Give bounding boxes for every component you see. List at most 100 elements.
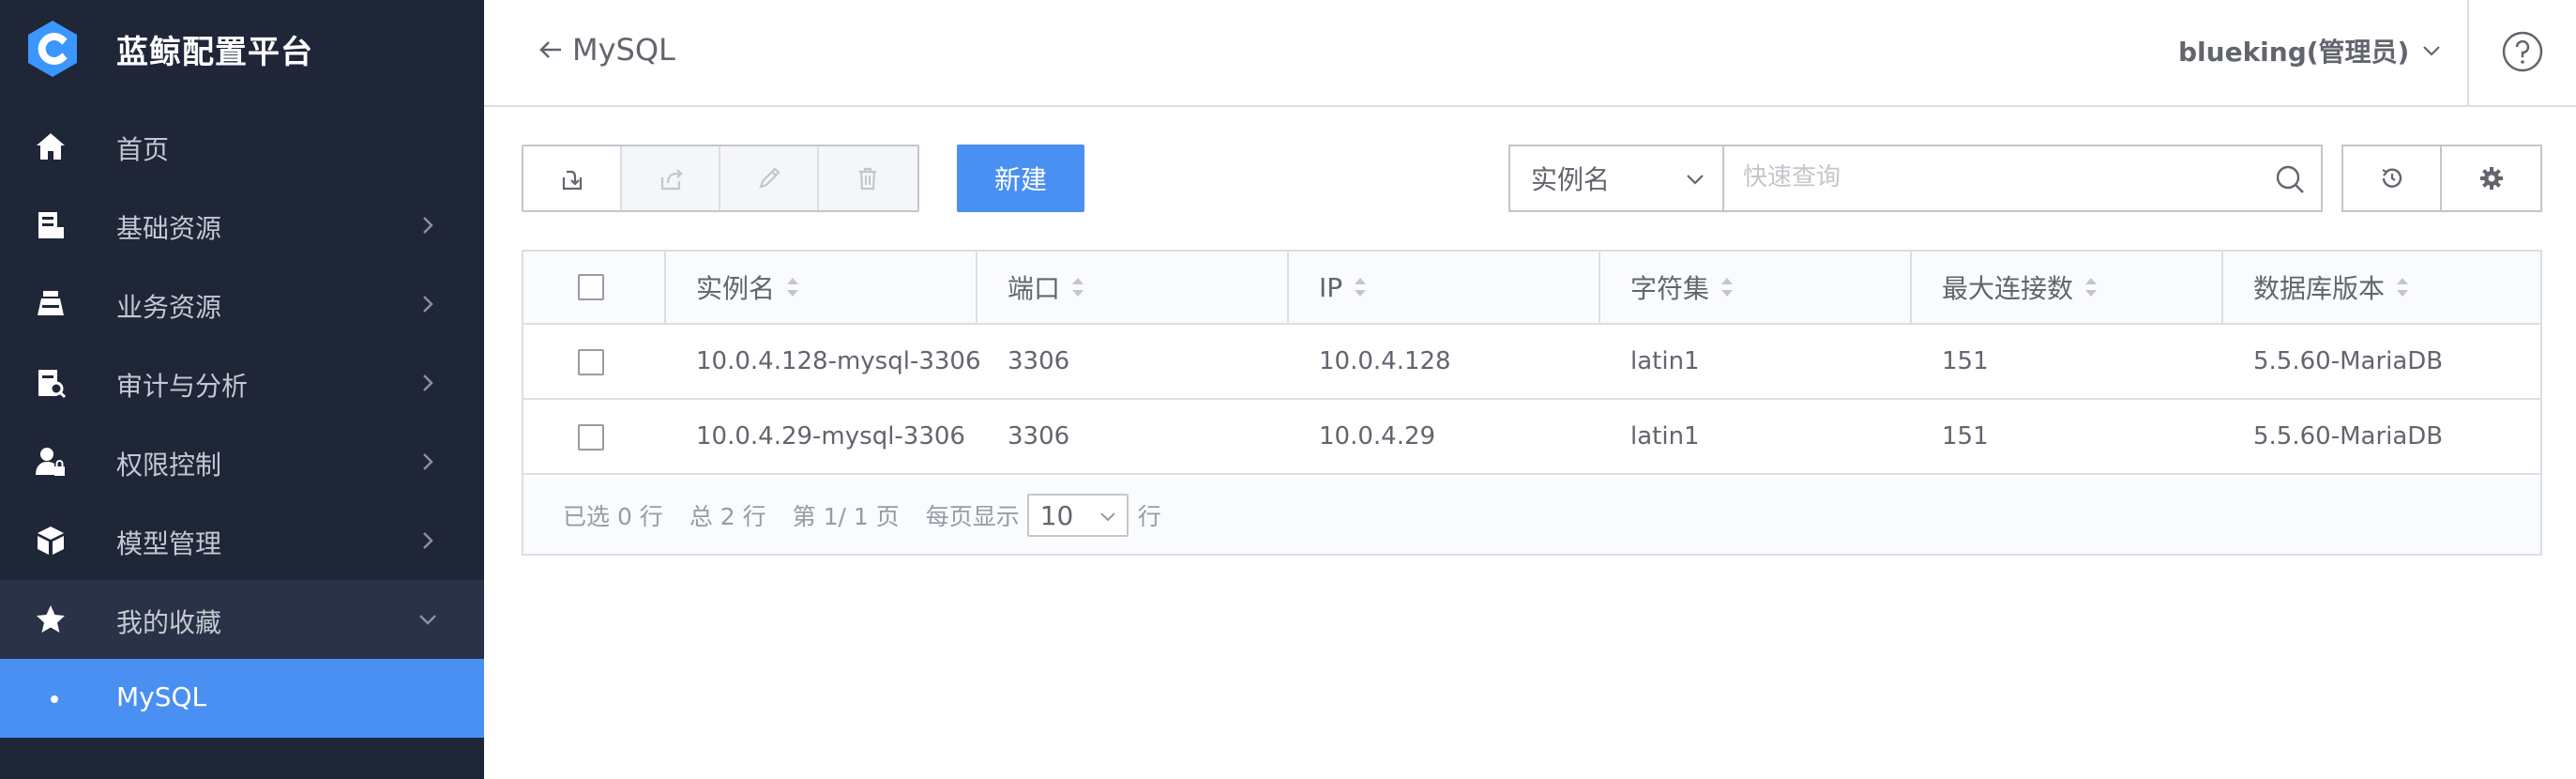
sidebar-item-label: 模型管理 xyxy=(116,528,222,559)
user-menu[interactable]: blueking(管理员) xyxy=(2178,32,2445,69)
sidebar-item-label: 权限控制 xyxy=(116,450,222,481)
sidebar-item-business-resources[interactable]: 业务资源 xyxy=(0,265,484,344)
column-header-port[interactable]: 端口 xyxy=(977,252,1289,323)
table-tools xyxy=(2341,145,2542,212)
search-field-value: 实例名 xyxy=(1531,164,1611,195)
server-icon xyxy=(38,212,64,238)
settings-button[interactable] xyxy=(2442,146,2540,210)
column-header-db-version[interactable]: 数据库版本 xyxy=(2223,252,2540,323)
history-button[interactable] xyxy=(2343,146,2442,210)
user-name: blueking(管理员) xyxy=(2178,37,2410,68)
page-indicator: 第 1/ 1 页 xyxy=(792,503,900,530)
search-icon[interactable] xyxy=(2274,163,2306,195)
cell-ip: 10.0.4.128 xyxy=(1319,347,1451,375)
action-button-group xyxy=(522,145,919,212)
chevron-down-icon xyxy=(2423,46,2441,56)
export-button[interactable] xyxy=(622,146,720,210)
header-divider xyxy=(2467,0,2469,105)
sidebar-item-mysql[interactable]: MySQL xyxy=(0,659,484,738)
selected-count: 已选 0 行 xyxy=(563,503,663,530)
gear-icon xyxy=(2479,167,2503,190)
cell-db-version: 5.5.60-MariaDB xyxy=(2253,422,2444,451)
chevron-down-icon xyxy=(419,615,436,625)
search-input[interactable] xyxy=(1724,146,2231,208)
arrow-left-icon xyxy=(539,41,561,58)
cell-port: 3306 xyxy=(1008,422,1070,451)
help-icon[interactable] xyxy=(2501,30,2544,73)
sidebar: 蓝鲸配置平台 首页 基础资源 业务资源 审计与分析 权限控制 模型管理 我的收藏… xyxy=(0,0,484,779)
column-header-label: 实例名 xyxy=(696,273,776,304)
cell-max-connections: 151 xyxy=(1942,422,1989,451)
sidebar-item-label: 基础资源 xyxy=(116,213,222,244)
sort-icon[interactable] xyxy=(1717,273,1737,301)
column-header-label: 数据库版本 xyxy=(2253,273,2386,304)
cell-instance-name: 10.0.4.29-mysql-3306 xyxy=(696,422,965,451)
sidebar-item-model[interactable]: 模型管理 xyxy=(0,501,484,580)
table-row[interactable]: 10.0.4.29-mysql-3306 3306 10.0.4.29 lati… xyxy=(523,400,2540,475)
total-count: 总 2 行 xyxy=(689,503,766,530)
history-icon xyxy=(2381,168,2402,188)
chevron-right-icon xyxy=(423,296,433,313)
cell-port: 3306 xyxy=(1008,347,1070,375)
bullet-icon xyxy=(51,695,58,703)
sidebar-item-label: MySQL xyxy=(116,681,207,712)
data-table: 实例名 端口 IP 字符集 最大连接数 数据库版本 10.0.4.128-mys… xyxy=(522,250,2542,556)
cell-ip: 10.0.4.29 xyxy=(1319,422,1436,451)
cell-max-connections: 151 xyxy=(1942,347,1989,375)
chevron-right-icon xyxy=(423,374,433,391)
column-header-instance-name[interactable]: 实例名 xyxy=(666,252,977,323)
sidebar-item-label: 首页 xyxy=(116,134,170,165)
chevron-right-icon xyxy=(423,453,433,470)
column-header-max-connections[interactable]: 最大连接数 xyxy=(1912,252,2223,323)
column-header-ip[interactable]: IP xyxy=(1289,252,1600,323)
chevron-right-icon xyxy=(423,532,433,549)
column-header-label: IP xyxy=(1319,271,1343,303)
brand-title: 蓝鲸配置平台 xyxy=(116,34,313,71)
sort-icon[interactable] xyxy=(1068,273,1088,301)
pagination: 已选 0 行 总 2 行 第 1/ 1 页 每页显示 10 行 xyxy=(523,477,2540,554)
header: MySQL blueking(管理员) xyxy=(484,0,2576,107)
sidebar-item-audit[interactable]: 审计与分析 xyxy=(0,344,484,422)
chevron-down-icon xyxy=(1100,512,1115,522)
row-checkbox[interactable] xyxy=(578,349,604,375)
page-title: MySQL xyxy=(572,32,675,68)
per-page-value: 10 xyxy=(1039,499,1074,531)
back-link[interactable]: MySQL xyxy=(537,32,675,68)
sort-icon[interactable] xyxy=(2081,273,2101,301)
search-field-select[interactable]: 实例名 xyxy=(1508,145,1724,212)
audit-icon xyxy=(38,370,67,399)
cube-icon xyxy=(38,527,64,555)
sidebar-item-home[interactable]: 首页 xyxy=(0,107,484,186)
sidebar-item-basic-resources[interactable]: 基础资源 xyxy=(0,186,484,265)
cell-charset: latin1 xyxy=(1630,347,1700,375)
row-checkbox[interactable] xyxy=(578,424,604,451)
brand-logo-icon xyxy=(28,21,77,77)
home-icon xyxy=(37,133,65,160)
star-icon xyxy=(37,605,65,633)
cell-instance-name: 10.0.4.128-mysql-3306 xyxy=(696,347,981,375)
sidebar-item-favorites[interactable]: 我的收藏 xyxy=(0,580,484,659)
sort-icon[interactable] xyxy=(782,273,803,301)
import-button[interactable] xyxy=(523,146,622,210)
import-icon xyxy=(562,170,582,191)
export-icon xyxy=(660,169,683,191)
chevron-right-icon xyxy=(423,217,433,234)
delete-button[interactable] xyxy=(819,146,917,210)
column-header-charset[interactable]: 字符集 xyxy=(1600,252,1912,323)
user-lock-icon xyxy=(36,448,65,476)
sidebar-item-permission[interactable]: 权限控制 xyxy=(0,422,484,501)
sort-icon[interactable] xyxy=(1350,273,1371,301)
table-row[interactable]: 10.0.4.128-mysql-3306 3306 10.0.4.128 la… xyxy=(523,325,2540,400)
edit-button[interactable] xyxy=(720,146,819,210)
cell-charset: latin1 xyxy=(1630,422,1700,451)
select-all-checkbox[interactable] xyxy=(578,274,604,300)
new-button[interactable]: 新建 xyxy=(957,145,1084,212)
brand[interactable]: 蓝鲸配置平台 xyxy=(0,0,484,98)
table-header: 实例名 端口 IP 字符集 最大连接数 数据库版本 xyxy=(523,252,2540,325)
cell-db-version: 5.5.60-MariaDB xyxy=(2253,347,2444,375)
column-header-label: 字符集 xyxy=(1630,273,1710,304)
sort-icon[interactable] xyxy=(2392,273,2413,301)
search-box xyxy=(1722,145,2323,212)
sidebar-item-label: 我的收藏 xyxy=(116,607,222,638)
per-page-select[interactable]: 10 xyxy=(1026,494,1129,537)
